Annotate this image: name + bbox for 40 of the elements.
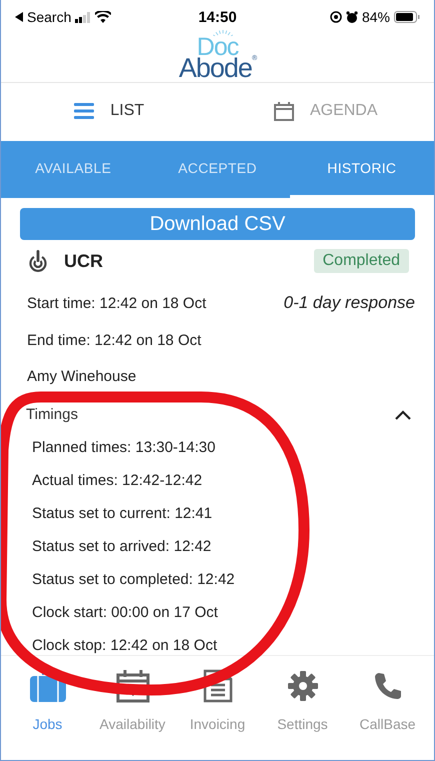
back-arrow-icon <box>15 12 23 22</box>
response-time: 0-1 day response <box>284 293 415 313</box>
rotation-lock-icon <box>330 11 342 23</box>
power-signal-icon <box>28 250 48 272</box>
back-label[interactable]: Search <box>27 9 72 25</box>
timings-toggle[interactable]: Timings <box>20 405 415 424</box>
patient-name: Amy Winehouse <box>26 368 138 385</box>
phone-icon <box>374 672 402 700</box>
nav-tab[interactable]: Settings <box>260 666 344 760</box>
battery-percentage: 84% <box>362 9 390 25</box>
alarm-clock-icon <box>346 11 358 23</box>
list-icon <box>74 103 94 119</box>
timing-entry: Planned times: 13:30-14:30 <box>32 439 216 457</box>
status-tab[interactable]: HISTORIC <box>290 141 434 198</box>
calendar-check-icon <box>116 669 150 703</box>
start-time: Start time: 12:42 on 18 Oct <box>27 294 206 312</box>
calendar-icon <box>274 101 294 121</box>
nav-tab[interactable]: Availability <box>90 666 174 760</box>
nav-tab[interactable]: Invoicing <box>176 666 260 760</box>
wifi-icon <box>95 11 112 23</box>
clock-time: 14:50 <box>198 8 237 26</box>
status-tab[interactable]: AVAILABLE <box>1 141 146 198</box>
status-tab[interactable]: ACCEPTED <box>145 141 290 198</box>
timing-entry: Status set to arrived: 12:42 <box>32 538 212 556</box>
job-type: UCR <box>64 250 103 272</box>
signal-icon <box>75 12 92 22</box>
timing-entry: Clock start: 00:00 on 17 Oct <box>32 604 219 622</box>
timing-entry: Status set to completed: 12:42 <box>32 571 236 589</box>
status-badge: Completed <box>314 249 409 273</box>
timing-entry: Actual times: 12:42-12:42 <box>32 472 204 490</box>
document-icon <box>202 669 232 703</box>
end-time: End time: 12:42 on 18 Oct <box>26 332 202 349</box>
settings-icon <box>288 671 318 701</box>
timing-entry: Clock stop: 12:42 on 18 Oct <box>32 637 218 655</box>
timing-entry: Status set to current: 12:41 <box>32 505 214 523</box>
nav-tab[interactable]: CallBase <box>346 666 430 760</box>
download-csv-button[interactable]: Download CSV <box>20 208 415 240</box>
sunburst-icon <box>210 30 234 36</box>
battery-icon <box>394 11 420 23</box>
nav-tab[interactable]: Jobs <box>6 666 90 760</box>
